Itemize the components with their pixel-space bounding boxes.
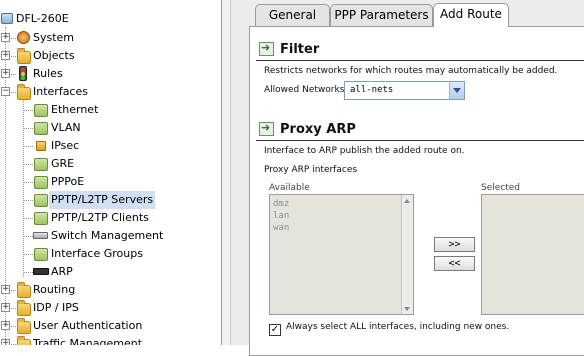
allowed-networks-label: Allowed Networks: (264, 85, 348, 95)
tree-root-label: DFL-260E (16, 12, 69, 25)
vlan-icon (34, 122, 48, 135)
tree-item-idp-ips[interactable]: IDP / IPS (31, 299, 81, 317)
chevron-down-icon[interactable] (449, 82, 464, 99)
expand-user-authentication-icon[interactable]: + (1, 321, 10, 330)
switch-icon (33, 232, 48, 239)
lock-icon (36, 141, 46, 151)
tree-item-arp[interactable]: ARP (49, 263, 75, 281)
tree-item-vlan[interactable]: VLAN (49, 119, 83, 137)
list-item[interactable]: wan (273, 223, 289, 233)
available-label: Available (269, 183, 310, 193)
scroll-down-icon[interactable] (402, 303, 413, 314)
section-arrow-icon (259, 41, 274, 56)
selected-interfaces-list[interactable] (481, 194, 584, 315)
filter-title: Filter (280, 42, 320, 57)
tree-item-pptp-l2tp-clients[interactable]: PPTP/L2TP Clients (49, 209, 151, 227)
expand-idp-ips-icon[interactable]: + (1, 303, 10, 312)
pptp-server-icon (34, 194, 48, 207)
list-item[interactable]: dmz (273, 199, 289, 209)
tree-item-system[interactable]: System (31, 29, 76, 47)
allowed-networks-value: all-nets (350, 85, 394, 95)
arp-chip-icon (33, 268, 49, 275)
tree-item-routing[interactable]: Routing (31, 281, 77, 299)
tree-item-ethernet[interactable]: Ethernet (49, 101, 100, 119)
tree-item-pppoe[interactable]: PPPoE (49, 173, 86, 191)
expand-objects-icon[interactable]: + (1, 51, 10, 60)
tree-item-ipsec[interactable]: IPsec (49, 137, 81, 155)
navigation-tree: DFL-260E + System + Objects + Rules − In… (0, 0, 221, 345)
pptp-client-icon (34, 212, 48, 225)
traffic-light-icon (19, 66, 27, 81)
tree-item-user-authentication[interactable]: User Authentication (31, 317, 144, 335)
tree-item-traffic-management[interactable]: Traffic Management (31, 335, 144, 345)
selected-label: Selected (481, 183, 521, 193)
expand-routing-icon[interactable]: + (1, 285, 10, 294)
interface-group-icon (34, 248, 48, 261)
always-select-all-label[interactable]: Always select ALL interfaces, including … (286, 321, 509, 333)
proxy-arp-interfaces-label: Proxy ARP interfaces (264, 165, 358, 175)
collapse-interfaces-icon[interactable]: − (1, 87, 10, 96)
list-item[interactable]: lan (273, 211, 289, 221)
tree-root[interactable]: DFL-260E (14, 10, 71, 28)
properties-pane: General PPP Parameters Add Route Filter … (239, 0, 584, 356)
tab-general[interactable]: General (255, 4, 330, 26)
allowed-networks-select[interactable]: all-nets (344, 81, 465, 100)
expand-system-icon[interactable]: + (1, 33, 10, 42)
gre-icon (34, 158, 48, 171)
filter-description: Restricts networks for which routes may … (264, 66, 558, 76)
folder-icon (17, 48, 31, 64)
ethernet-icon (34, 104, 48, 117)
proxy-arp-description: Interface to ARP publish the added route… (264, 146, 465, 156)
tree-item-interfaces[interactable]: Interfaces (31, 83, 90, 101)
folder-icon (17, 336, 31, 345)
proxy-arp-title: Proxy ARP (280, 122, 356, 137)
tree-item-switch-management[interactable]: Switch Management (49, 227, 165, 245)
tree-item-interface-groups[interactable]: Interface Groups (49, 245, 145, 263)
add-interface-button[interactable]: >> (434, 237, 475, 252)
filter-divider (256, 60, 584, 61)
tree-scrollbar[interactable] (221, 0, 231, 345)
folder-icon (17, 282, 31, 298)
remove-interface-button[interactable]: << (434, 256, 475, 271)
expand-traffic-management-icon[interactable]: + (1, 339, 10, 345)
expand-rules-icon[interactable]: + (1, 69, 10, 78)
pppoe-icon (34, 176, 48, 189)
available-interfaces-list[interactable]: dmz lan wan (269, 194, 414, 315)
scroll-up-icon[interactable] (402, 195, 413, 206)
tree-item-gre[interactable]: GRE (49, 155, 76, 173)
always-select-all-checkbox[interactable]: ✓ (269, 324, 281, 336)
device-icon (1, 13, 13, 24)
system-gear-icon (17, 31, 30, 44)
tab-ppp-parameters[interactable]: PPP Parameters (330, 4, 433, 26)
tree-item-pptp-l2tp-servers[interactable]: PPTP/L2TP Servers (49, 191, 156, 209)
folder-icon (17, 300, 31, 316)
proxy-arp-divider (256, 140, 584, 141)
folder-open-icon (17, 84, 31, 100)
available-list-scrollbar[interactable] (401, 195, 413, 314)
section-arrow-icon (259, 121, 274, 136)
tab-add-route[interactable]: Add Route (433, 3, 509, 27)
splitter[interactable] (231, 0, 239, 345)
user-auth-icon (17, 318, 31, 334)
tree-item-rules[interactable]: Rules (31, 65, 65, 83)
tree-item-objects[interactable]: Objects (31, 47, 77, 65)
tab-content-panel: Filter Restricts networks for which rout… (249, 26, 584, 356)
